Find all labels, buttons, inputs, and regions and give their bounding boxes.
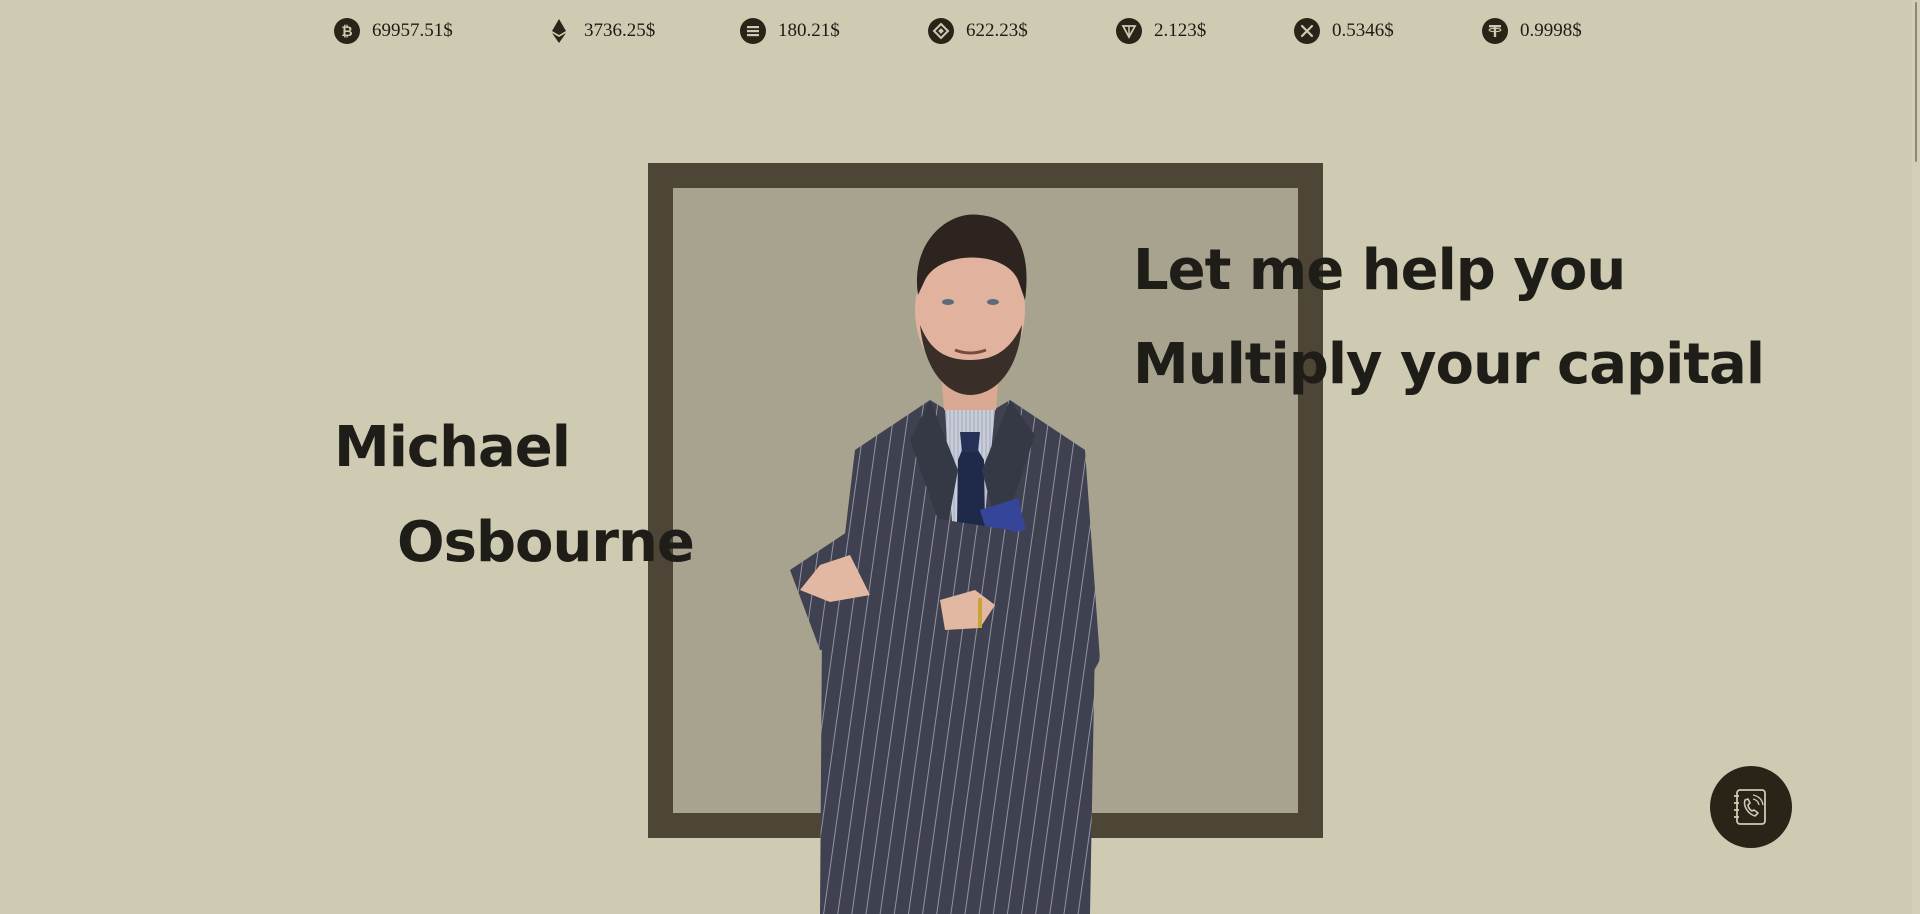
ticker-item-xrp: 0.5346$ [1294, 16, 1394, 46]
ticker-price: 0.5346$ [1332, 20, 1394, 41]
phone-book-icon [1734, 789, 1766, 825]
ticker-item-bitcoin: ₿ 69957.51$ [334, 16, 453, 46]
bitcoin-icon: ₿ [334, 18, 360, 44]
ticker-price: 622.23$ [966, 20, 1028, 41]
last-name: Osbourne [397, 510, 695, 575]
ticker-price: 69957.51$ [372, 20, 453, 41]
ticker-price: 3736.25$ [584, 20, 656, 41]
contact-button[interactable] [1710, 766, 1792, 848]
ticker-item-tether: 0.9998$ [1482, 16, 1582, 46]
portrait-photo [790, 214, 1100, 914]
ticker-item-ethereum: 3736.25$ [546, 16, 655, 46]
scrollbar-thumb[interactable] [1915, 2, 1917, 162]
headline-line-2: Multiply your capital [1133, 332, 1765, 397]
first-name: Michael [334, 415, 571, 480]
ethereum-icon [546, 18, 572, 44]
ticker-price: 180.21$ [778, 20, 840, 41]
ticker-price: 0.9998$ [1520, 20, 1582, 41]
ticker-item-toncoin: 2.123$ [1116, 16, 1206, 46]
bnb-icon [928, 18, 954, 44]
toncoin-icon [1116, 18, 1142, 44]
ticker-item-bnb: 622.23$ [928, 16, 1028, 46]
xrp-icon [1294, 18, 1320, 44]
tether-icon [1482, 18, 1508, 44]
svg-text:₿: ₿ [341, 24, 352, 40]
page-scrollbar[interactable] [1912, 0, 1920, 914]
landing-page: ₿ 69957.51$ 3736.25$ 180.21$ 622.23$ 2.1… [0, 0, 1920, 914]
ticker-price: 2.123$ [1154, 20, 1207, 41]
ticker-item-solana: 180.21$ [740, 16, 840, 46]
headline-line-1: Let me help you [1133, 238, 1626, 303]
solana-icon [740, 18, 766, 44]
